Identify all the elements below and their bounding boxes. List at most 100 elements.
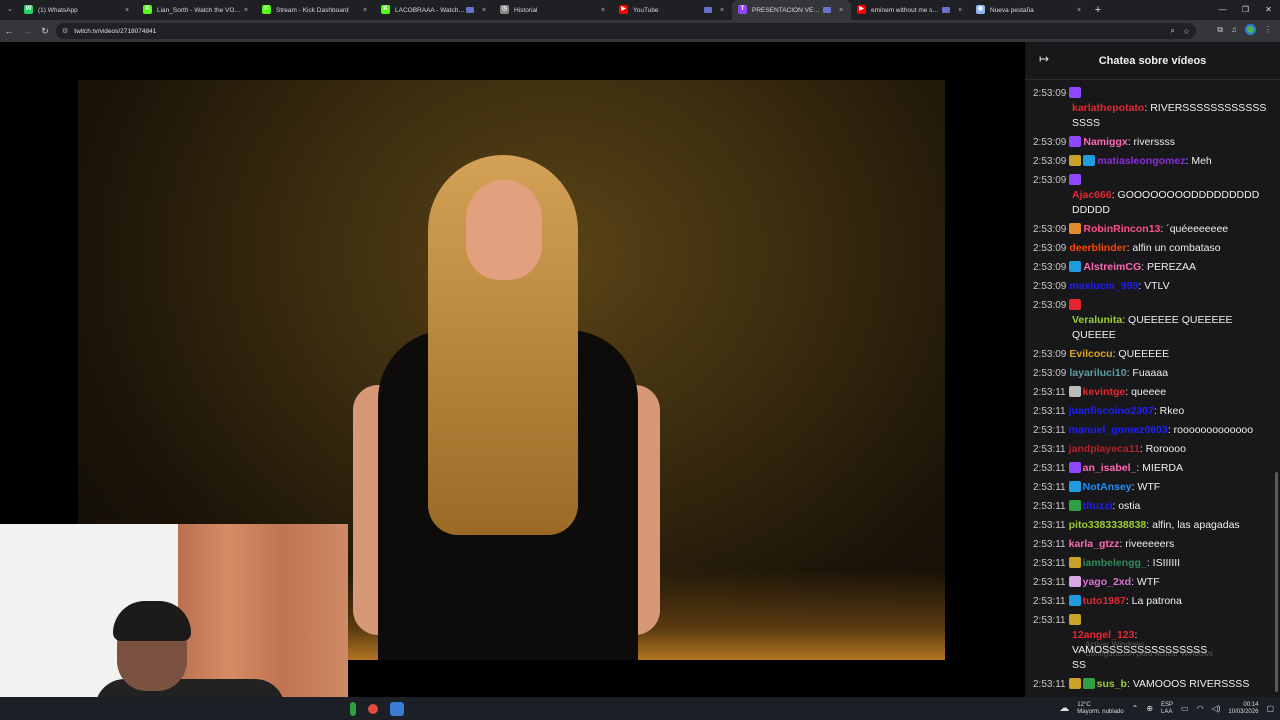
tab-audio-icon[interactable]	[942, 7, 950, 13]
chat-message[interactable]: 2:53:09 Veralunita: QUEEEEE QUEEEEE QUEEEE	[1025, 296, 1273, 345]
tab-close-icon[interactable]: ×	[718, 7, 726, 14]
browser-tab[interactable]: W (1) WhatsApp ×	[18, 0, 137, 20]
tab-close-icon[interactable]: ×	[242, 7, 250, 14]
tab-close-icon[interactable]: ×	[837, 7, 845, 14]
volume-icon[interactable]: ◁)	[1212, 704, 1221, 713]
chat-badge-icon[interactable]	[1069, 261, 1082, 272]
chat-badge-icon[interactable]	[1069, 174, 1082, 185]
notifications-icon[interactable]: ▢	[1266, 704, 1274, 713]
minimize-button[interactable]: —	[1211, 0, 1234, 20]
chat-username[interactable]: layariluci10	[1069, 367, 1126, 379]
taskbar-app-icon[interactable]	[350, 701, 356, 716]
chat-message[interactable]: 2:53:11 sus_b: VAMOOOS RIVERSSSS	[1025, 675, 1273, 694]
new-tab-button[interactable]: +	[1089, 4, 1107, 16]
tab-audio-icon[interactable]	[704, 7, 712, 13]
site-info-icon[interactable]: ⚙	[62, 27, 68, 35]
chat-username[interactable]: yago_2xd	[1083, 576, 1131, 588]
chat-badge-icon[interactable]	[1069, 155, 1082, 166]
chat-username[interactable]: matiasleongomez	[1097, 155, 1185, 167]
chat-badge-icon[interactable]	[1068, 678, 1081, 689]
zoom-icon[interactable]: ⌕	[1170, 26, 1174, 36]
chat-username[interactable]: juanfiscoino2307	[1069, 405, 1154, 417]
app-window-icon[interactable]	[390, 701, 404, 716]
browser-tab[interactable]: T PRESENTACIÓN VELADA D ×	[732, 0, 851, 20]
chat-username[interactable]: RobinRincon13	[1083, 223, 1160, 235]
clock[interactable]: 00:14 10/03/2026	[1228, 702, 1258, 716]
chat-username[interactable]: kevintge	[1083, 386, 1126, 398]
chat-username[interactable]: karla_gtzz	[1069, 538, 1120, 550]
forward-button[interactable]: →	[18, 26, 36, 36]
tab-close-icon[interactable]: ×	[599, 7, 607, 14]
back-button[interactable]: ←	[0, 26, 18, 36]
chat-badge-icon[interactable]	[1068, 481, 1081, 492]
browser-tab[interactable]: ▶ eminem without me sub e ×	[851, 0, 970, 20]
chat-username[interactable]: karlathepotato	[1072, 102, 1144, 114]
menu-icon[interactable]: ⋮	[1264, 25, 1272, 34]
chat-username[interactable]: Evilcocu	[1069, 348, 1112, 360]
chat-message-list[interactable]: 2:53:09 karlathepotato: RIVERSSSSSSSSSSSS…	[1025, 84, 1273, 697]
tab-search-icon[interactable]: ⌄	[4, 4, 16, 16]
chat-username[interactable]: pito3383338838	[1069, 519, 1147, 531]
wifi-icon[interactable]: ◠	[1197, 704, 1204, 713]
chat-username[interactable]: an_isabel_	[1083, 462, 1137, 474]
chat-username[interactable]: AlstreimCG	[1083, 261, 1141, 273]
chat-username[interactable]: tituzzi	[1083, 500, 1113, 512]
chat-badge-icon[interactable]	[1083, 155, 1096, 166]
chat-badge-icon[interactable]	[1069, 299, 1082, 310]
chat-badge-icon[interactable]	[1068, 614, 1081, 625]
collapse-chat-icon[interactable]: ↦	[1039, 52, 1049, 66]
network-icon[interactable]: ⊕	[1146, 704, 1153, 713]
chat-message[interactable]: 2:53:09 RobinRincon13: ´quéeeeeeee	[1025, 220, 1273, 239]
chat-message[interactable]: 2:53:11 pito3383338838: alfin, las apagad…	[1025, 516, 1273, 535]
chat-username[interactable]: tuto1987	[1083, 595, 1126, 607]
chat-username[interactable]: jandplayeca11	[1069, 443, 1140, 455]
chat-message[interactable]: 2:53:11 tuto1987: La patrona	[1025, 592, 1273, 611]
weather-icon[interactable]: ☁	[1059, 703, 1069, 714]
chat-message[interactable]: 2:53:11 jandplayeca11: Roroooo	[1025, 440, 1273, 459]
chat-message[interactable]: 2:53:11 kevintge: queeee	[1025, 383, 1273, 402]
chat-message[interactable]: 2:53:09 Evilcocu: QUEEEEE	[1025, 345, 1273, 364]
bookmark-star-icon[interactable]: ☆	[1183, 27, 1190, 36]
chat-username[interactable]: Namiggx	[1083, 136, 1127, 148]
chat-message[interactable]: 2:53:09 maxlucm_999: VTLV	[1025, 277, 1273, 296]
chat-username[interactable]: maxlucm_999	[1069, 280, 1138, 292]
tab-audio-icon[interactable]	[823, 7, 831, 13]
close-window-button[interactable]: ✕	[1257, 0, 1280, 20]
chat-username[interactable]: Veralunita	[1072, 314, 1122, 326]
url-bar[interactable]: ⚙ twitch.tv/videos/2718074841 ⌕ ☆	[56, 23, 1196, 39]
chat-message[interactable]: 2:53:09 karlathepotato: RIVERSSSSSSSSSSSS…	[1025, 84, 1273, 133]
weather-widget[interactable]: 12°C Mayorm. nublado	[1077, 702, 1123, 716]
chat-badge-icon[interactable]	[1068, 500, 1081, 511]
chat-message[interactable]: 2:53:11 karla_gtzz: riveeeeers	[1025, 535, 1273, 554]
chat-badge-icon[interactable]	[1068, 595, 1081, 606]
media-icon[interactable]: ♫	[1231, 25, 1237, 34]
chrome-icon[interactable]	[368, 703, 378, 714]
tab-close-icon[interactable]: ×	[123, 7, 131, 14]
chat-badge-icon[interactable]	[1069, 136, 1082, 147]
tab-close-icon[interactable]: ×	[956, 7, 964, 14]
tab-close-icon[interactable]: ×	[480, 7, 488, 14]
browser-tab[interactable]: K LACOBRAAA - Watch the V ×	[375, 0, 494, 20]
browser-tab[interactable]: ◉ Nueva pestaña ×	[970, 0, 1089, 20]
chat-badge-icon[interactable]	[1068, 462, 1081, 473]
display-icon[interactable]: ▭	[1181, 704, 1189, 713]
browser-tab[interactable]: K Lian_Sorth - Watch the VOD on ×	[137, 0, 256, 20]
chat-username[interactable]: deerblinder	[1069, 242, 1126, 254]
chat-message[interactable]: 2:53:11 NotAnsey: WTF	[1025, 478, 1273, 497]
tray-chevron-icon[interactable]: ⌃	[1132, 704, 1139, 713]
chat-message[interactable]: 2:53:11 iambelengg_: ISIIIIII	[1025, 554, 1273, 573]
maximize-button[interactable]: ❐	[1234, 0, 1257, 20]
chat-badge-icon[interactable]	[1069, 87, 1082, 98]
chat-message[interactable]: 2:53:09 Namiggx: riverssss	[1025, 133, 1273, 152]
chat-message[interactable]: 2:53:09 matiasleongomez: Meh	[1025, 152, 1273, 171]
browser-tab[interactable]: ◷ Historial ×	[494, 0, 613, 20]
browser-tab[interactable]: K Stream - Kick Dashboard ×	[256, 0, 375, 20]
chat-badge-icon[interactable]	[1068, 576, 1081, 587]
chat-username[interactable]: manuel_gomez0603	[1069, 424, 1168, 436]
chat-username[interactable]: Ajac666	[1072, 189, 1112, 201]
chat-message[interactable]: 2:53:11 tituzzi: ostia	[1025, 497, 1273, 516]
chat-username[interactable]: sus_b	[1097, 678, 1127, 690]
video-player[interactable]	[0, 42, 1025, 697]
chat-username[interactable]: NotAnsey	[1083, 481, 1132, 493]
tab-audio-icon[interactable]	[466, 7, 474, 13]
